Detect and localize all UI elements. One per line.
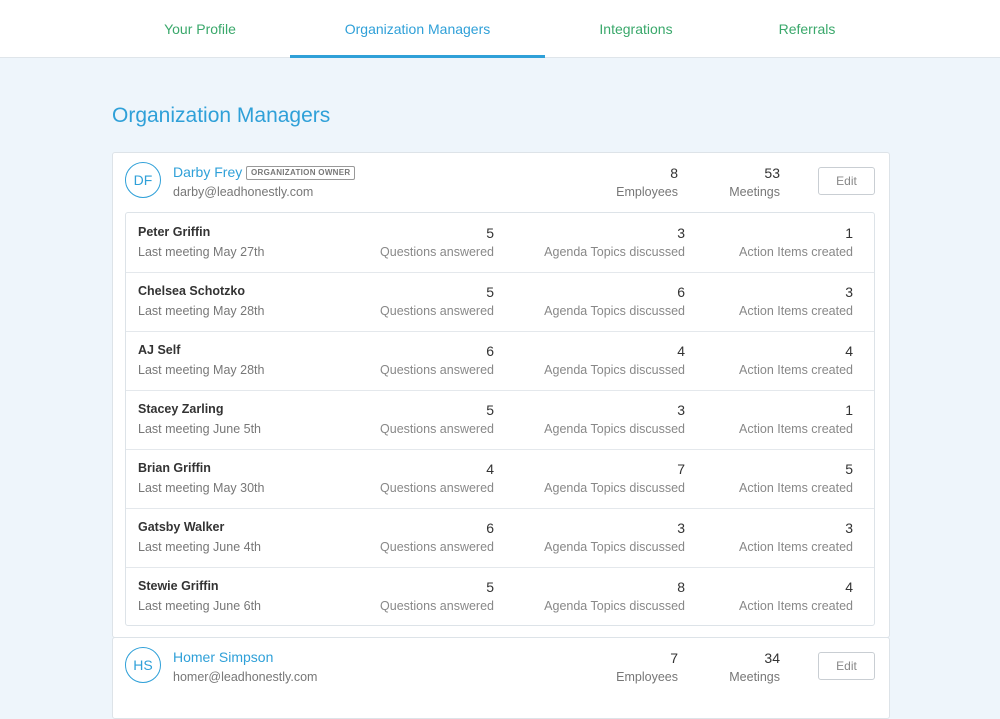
manager-email: darby@leadhonestly.com [173, 185, 314, 199]
questions-count: 5 [486, 579, 494, 595]
report-last-meeting: Last meeting May 30th [138, 481, 265, 495]
avatar: DF [125, 162, 161, 198]
questions-label: Questions answered [380, 304, 494, 318]
tab-integrations[interactable]: Integrations [545, 0, 727, 57]
report-row: Stacey Zarling Last meeting June 5th 5 Q… [126, 390, 874, 450]
tab-organization-managers[interactable]: Organization Managers [290, 0, 545, 58]
report-name: Brian Griffin [138, 461, 211, 475]
questions-count: 4 [486, 461, 494, 477]
agenda-label: Agenda Topics discussed [544, 599, 685, 613]
tab-referrals[interactable]: Referrals [727, 0, 887, 57]
manager-card: DF Darby Frey ORGANIZATION OWNER darby@l… [112, 152, 890, 638]
agenda-count: 6 [677, 284, 685, 300]
page-title: Organization Managers [112, 104, 331, 127]
questions-count: 5 [486, 402, 494, 418]
actions-label: Action Items created [739, 363, 853, 377]
questions-label: Questions answered [380, 540, 494, 554]
report-name: Stacey Zarling [138, 402, 224, 416]
agenda-count: 7 [677, 461, 685, 477]
actions-count: 5 [845, 461, 853, 477]
employees-label: Employees [616, 670, 678, 684]
actions-label: Action Items created [739, 245, 853, 259]
report-row: Stewie Griffin Last meeting June 6th 5 Q… [126, 567, 874, 626]
report-name: AJ Self [138, 343, 181, 357]
report-row: Brian Griffin Last meeting May 30th 4 Qu… [126, 449, 874, 509]
manager-name[interactable]: Homer Simpson [173, 649, 273, 665]
actions-label: Action Items created [739, 422, 853, 436]
report-last-meeting: Last meeting May 28th [138, 363, 265, 377]
top-nav: Your Profile Organization Managers Integ… [0, 0, 1000, 58]
manager-header: DF Darby Frey ORGANIZATION OWNER darby@l… [113, 153, 889, 211]
agenda-label: Agenda Topics discussed [544, 540, 685, 554]
report-last-meeting: Last meeting June 5th [138, 422, 261, 436]
actions-count: 4 [845, 343, 853, 359]
report-last-meeting: Last meeting June 4th [138, 540, 261, 554]
employees-count: 7 [670, 650, 678, 666]
report-row: AJ Self Last meeting May 28th 6 Question… [126, 331, 874, 391]
agenda-count: 3 [677, 225, 685, 241]
meetings-label: Meetings [729, 185, 780, 199]
actions-label: Action Items created [739, 599, 853, 613]
questions-count: 5 [486, 284, 494, 300]
agenda-label: Agenda Topics discussed [544, 422, 685, 436]
report-row: Peter Griffin Last meeting May 27th 5 Qu… [126, 213, 874, 273]
agenda-label: Agenda Topics discussed [544, 245, 685, 259]
meetings-count: 53 [764, 165, 780, 181]
report-name: Gatsby Walker [138, 520, 225, 534]
direct-reports-list: Peter Griffin Last meeting May 27th 5 Qu… [125, 212, 875, 626]
report-name: Chelsea Schotzko [138, 284, 245, 298]
agenda-count: 3 [677, 402, 685, 418]
actions-count: 1 [845, 225, 853, 241]
actions-count: 3 [845, 520, 853, 536]
questions-label: Questions answered [380, 481, 494, 495]
manager-name[interactable]: Darby Frey [173, 164, 242, 180]
actions-label: Action Items created [739, 304, 853, 318]
questions-label: Questions answered [380, 363, 494, 377]
edit-button[interactable]: Edit [818, 652, 875, 680]
report-last-meeting: Last meeting May 28th [138, 304, 265, 318]
report-last-meeting: Last meeting June 6th [138, 599, 261, 613]
edit-button[interactable]: Edit [818, 167, 875, 195]
questions-count: 5 [486, 225, 494, 241]
agenda-count: 4 [677, 343, 685, 359]
manager-card: HS Homer Simpson homer@leadhonestly.com … [112, 637, 890, 719]
meetings-count: 34 [764, 650, 780, 666]
questions-count: 6 [486, 343, 494, 359]
manager-email: homer@leadhonestly.com [173, 670, 318, 684]
questions-label: Questions answered [380, 599, 494, 613]
manager-header: HS Homer Simpson homer@leadhonestly.com … [113, 638, 889, 696]
agenda-label: Agenda Topics discussed [544, 304, 685, 318]
actions-label: Action Items created [739, 481, 853, 495]
agenda-label: Agenda Topics discussed [544, 481, 685, 495]
agenda-label: Agenda Topics discussed [544, 363, 685, 377]
avatar: HS [125, 647, 161, 683]
tab-your-profile[interactable]: Your Profile [110, 0, 290, 57]
report-name: Stewie Griffin [138, 579, 219, 593]
report-row: Gatsby Walker Last meeting June 4th 6 Qu… [126, 508, 874, 568]
questions-label: Questions answered [380, 245, 494, 259]
actions-label: Action Items created [739, 540, 853, 554]
meetings-label: Meetings [729, 670, 780, 684]
questions-label: Questions answered [380, 422, 494, 436]
report-last-meeting: Last meeting May 27th [138, 245, 265, 259]
actions-count: 4 [845, 579, 853, 595]
organization-owner-badge: ORGANIZATION OWNER [246, 166, 356, 180]
actions-count: 1 [845, 402, 853, 418]
report-name: Peter Griffin [138, 225, 211, 239]
actions-count: 3 [845, 284, 853, 300]
agenda-count: 3 [677, 520, 685, 536]
agenda-count: 8 [677, 579, 685, 595]
employees-label: Employees [616, 185, 678, 199]
employees-count: 8 [670, 165, 678, 181]
report-row: Chelsea Schotzko Last meeting May 28th 5… [126, 272, 874, 332]
questions-count: 6 [486, 520, 494, 536]
